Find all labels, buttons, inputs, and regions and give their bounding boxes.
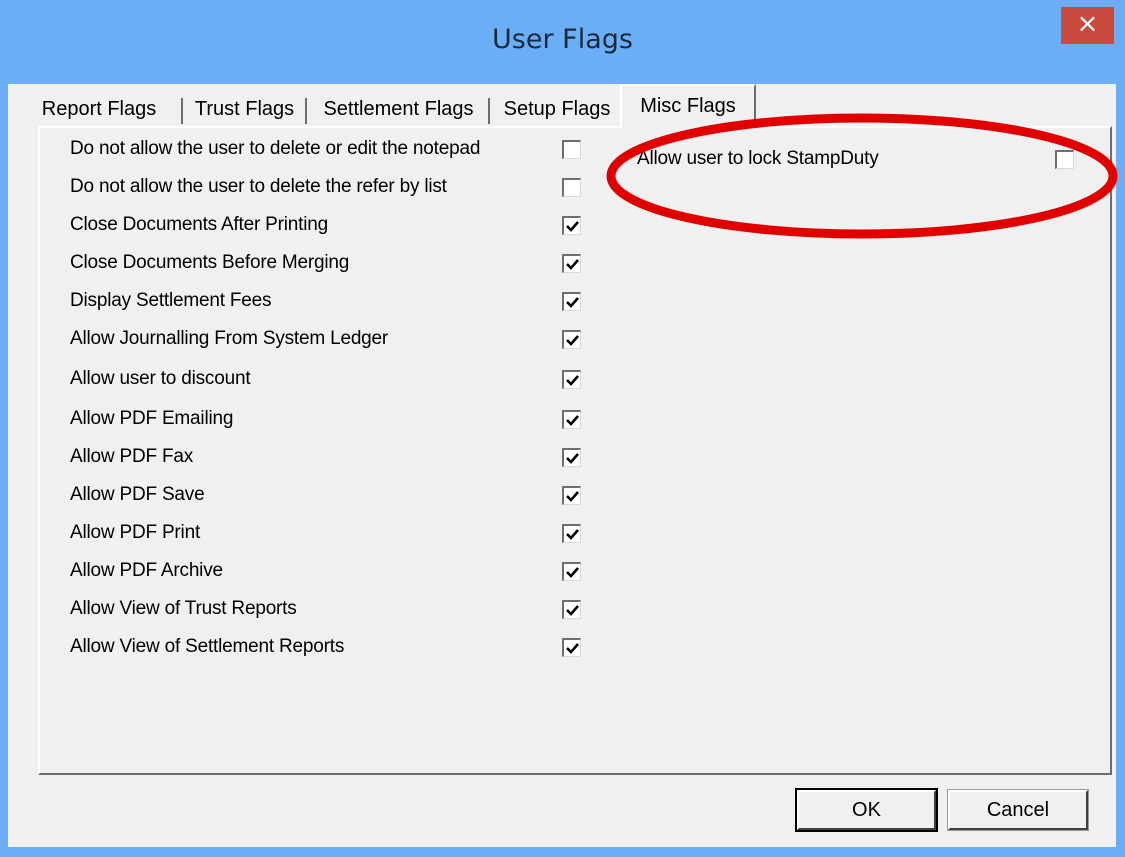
- window-title: User Flags: [492, 24, 633, 55]
- flag-checkbox[interactable]: [562, 638, 581, 657]
- ok-label: OK: [852, 799, 881, 821]
- flag-checkbox[interactable]: [562, 140, 581, 159]
- flag-checkbox[interactable]: [562, 524, 581, 543]
- flag-checkbox[interactable]: [562, 370, 581, 389]
- stampduty-flag-label: Allow user to lock StampDuty: [637, 148, 879, 169]
- flag-label: Allow PDF Archive: [70, 560, 223, 581]
- tab-label: Setup Flags: [503, 98, 611, 120]
- flag-label: Do not allow the user to delete or edit …: [70, 138, 481, 159]
- close-button[interactable]: ×: [1061, 7, 1114, 44]
- flag-label: Close Documents After Printing: [70, 214, 329, 235]
- flag-checkbox[interactable]: [562, 330, 581, 349]
- tab-setup-flags[interactable]: Setup Flags: [493, 94, 621, 126]
- dialog-body: Report Flags Trust Flags Settlement Flag…: [8, 84, 1116, 847]
- flag-checkbox[interactable]: [562, 410, 581, 429]
- flag-label: Allow PDF Print: [70, 522, 201, 543]
- tab-misc-flags[interactable]: Misc Flags: [620, 84, 756, 128]
- tab-label: Settlement Flags: [323, 98, 474, 120]
- flag-label: Allow PDF Fax: [70, 446, 194, 467]
- flag-label: Allow View of Settlement Reports: [70, 636, 345, 657]
- tab-divider: [305, 98, 307, 124]
- close-icon: ×: [1076, 9, 1099, 39]
- flag-label: Allow PDF Save: [70, 484, 205, 505]
- flag-checkbox[interactable]: [562, 292, 581, 311]
- flag-checkbox[interactable]: [562, 562, 581, 581]
- tab-settlement-flags[interactable]: Settlement Flags: [310, 94, 487, 126]
- ok-button[interactable]: OK: [795, 788, 938, 832]
- flag-label: Allow PDF Emailing: [70, 408, 234, 429]
- title-bar[interactable]: User Flags ×: [0, 0, 1125, 84]
- flag-checkbox[interactable]: [562, 486, 581, 505]
- flag-checkbox[interactable]: [562, 178, 581, 197]
- tab-trust-flags[interactable]: Trust Flags: [186, 94, 303, 126]
- cancel-label: Cancel: [986, 799, 1050, 821]
- flag-label: Display Settlement Fees: [70, 290, 272, 311]
- flag-label: Allow View of Trust Reports: [70, 598, 297, 619]
- flag-checkbox[interactable]: [562, 216, 581, 235]
- tab-divider: [181, 98, 183, 124]
- cancel-button[interactable]: Cancel: [947, 789, 1089, 831]
- flag-label: Allow Journalling From System Ledger: [70, 328, 389, 349]
- flag-checkbox[interactable]: [562, 448, 581, 467]
- stampduty-flag-checkbox[interactable]: [1055, 150, 1074, 169]
- flag-checkbox[interactable]: [562, 600, 581, 619]
- flag-label: Do not allow the user to delete the refe…: [70, 176, 447, 197]
- user-flags-dialog: User Flags × Report Flags Trust Flags Se…: [0, 0, 1125, 857]
- tab-label: Report Flags: [41, 98, 157, 120]
- tab-label: Trust Flags: [194, 98, 295, 120]
- tab-report-flags[interactable]: Report Flags: [18, 94, 180, 126]
- tab-divider: [488, 98, 490, 124]
- tab-label: Misc Flags: [640, 95, 736, 117]
- flag-label: Allow user to discount: [70, 368, 251, 389]
- flag-checkbox[interactable]: [562, 254, 581, 273]
- flag-label: Close Documents Before Merging: [70, 252, 350, 273]
